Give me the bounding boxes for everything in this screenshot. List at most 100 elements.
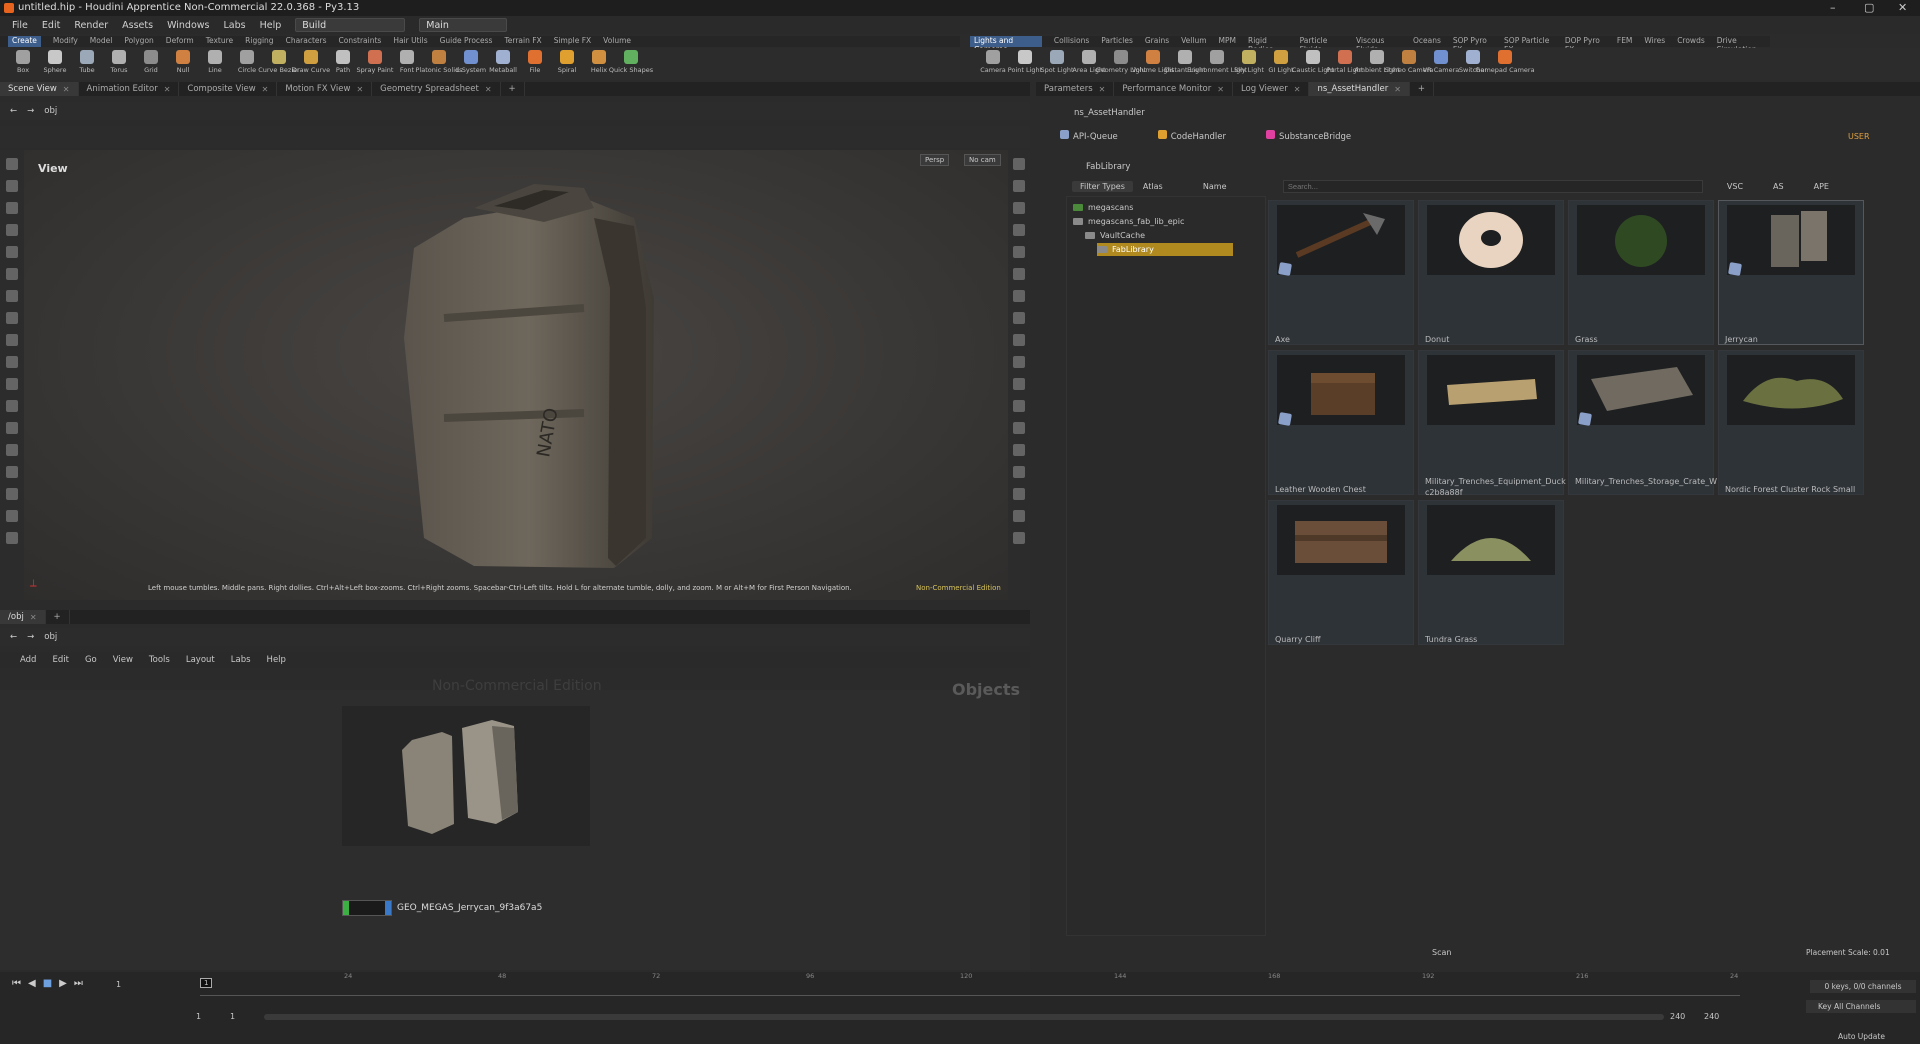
menu-windows[interactable]: Windows: [167, 20, 209, 31]
viewport-tool-icon[interactable]: [6, 312, 18, 324]
add-tab-button[interactable]: +: [501, 82, 525, 96]
shelf-tab[interactable]: Crowds: [1677, 36, 1705, 47]
viewport-tool-icon[interactable]: [6, 422, 18, 434]
shelf-tab[interactable]: Modify: [53, 36, 78, 47]
viewport-tool-icon[interactable]: [1013, 312, 1025, 324]
viewport-tool-icon[interactable]: [6, 356, 18, 368]
asset-card[interactable]: Axe: [1268, 200, 1414, 345]
shelf-tool[interactable]: Sky Light: [1234, 48, 1264, 80]
stop-icon[interactable]: ■: [43, 978, 52, 989]
menu-render[interactable]: Render: [74, 20, 108, 31]
network-menu-item[interactable]: Labs: [231, 655, 251, 665]
shelf-tool[interactable]: Path: [330, 48, 356, 80]
menu-labs[interactable]: Labs: [223, 20, 245, 31]
filter-types-button[interactable]: Filter Types: [1072, 180, 1133, 192]
user-menu[interactable]: USER: [1848, 132, 1870, 141]
viewport-tool-icon[interactable]: [6, 290, 18, 302]
shelf-tool[interactable]: Portal Light: [1327, 48, 1363, 80]
close-tab-icon[interactable]: ✕: [63, 85, 70, 94]
asset-subtab[interactable]: SubstanceBridge: [1265, 130, 1351, 142]
tree-item[interactable]: FabLibrary: [1097, 243, 1233, 256]
context-dropdown[interactable]: Main: [419, 18, 508, 32]
timeline-cursor[interactable]: 1: [200, 978, 213, 988]
viewport-tool-icon[interactable]: [1013, 334, 1025, 346]
menu-assets[interactable]: Assets: [122, 20, 153, 31]
shelf-tool[interactable]: Environment Light: [1187, 48, 1247, 80]
viewport-tool-icon[interactable]: [1013, 444, 1025, 456]
shelf-tool[interactable]: Torus: [106, 48, 132, 80]
start-frame[interactable]: 1: [196, 1012, 201, 1021]
shelf-tab[interactable]: Vellum: [1181, 36, 1206, 47]
jump-start-icon[interactable]: ⏮: [12, 978, 21, 989]
shelf-tab[interactable]: Texture: [206, 36, 233, 47]
shelf-tab[interactable]: Particles: [1101, 36, 1133, 47]
viewport-tool-icon[interactable]: [6, 510, 18, 522]
toggle-ape[interactable]: APE: [1814, 182, 1829, 191]
asset-subtab[interactable]: CodeHandler: [1157, 130, 1226, 142]
shelf-tool[interactable]: Quick Shapes: [609, 48, 653, 80]
net-forward-arrow-icon[interactable]: →: [27, 632, 34, 642]
shelf-tab[interactable]: Wires: [1644, 36, 1665, 47]
shelf-tool[interactable]: GI Light: [1268, 48, 1294, 80]
shelf-tool[interactable]: Geometry Light: [1096, 48, 1146, 80]
viewport-tool-icon[interactable]: [1013, 268, 1025, 280]
network-menu-item[interactable]: Add: [20, 655, 36, 665]
tree-item[interactable]: megascans_fab_lib_epic: [1073, 215, 1188, 228]
shelf-tool[interactable]: Gamepad Camera: [1475, 48, 1535, 80]
close-tab-icon[interactable]: ✕: [485, 85, 492, 94]
shelf-tool[interactable]: Line: [202, 48, 228, 80]
viewport-tool-icon[interactable]: [6, 158, 18, 170]
toggle-as[interactable]: AS: [1773, 182, 1784, 191]
viewport-tool-icon[interactable]: [6, 268, 18, 280]
asset-card[interactable]: Quarry Cliff: [1268, 500, 1414, 645]
range-slider[interactable]: [264, 1014, 1664, 1020]
forward-arrow-icon[interactable]: →: [27, 106, 34, 116]
shelf-tab[interactable]: DOP Pyro FX: [1565, 36, 1605, 54]
asset-card[interactable]: Leather Wooden Chest: [1268, 350, 1414, 495]
shelf-tool[interactable]: Circle: [234, 48, 260, 80]
viewport-tool-icon[interactable]: [1013, 400, 1025, 412]
shelf-tool[interactable]: VR Camera: [1423, 48, 1459, 80]
shelf-tab[interactable]: Rigging: [245, 36, 273, 47]
add-tab-button[interactable]: +: [1410, 82, 1435, 96]
shelf-tab[interactable]: Terrain FX: [504, 36, 541, 47]
network-menu-item[interactable]: Layout: [186, 655, 215, 665]
viewport-tool-icon[interactable]: [6, 488, 18, 500]
pane-tab[interactable]: Scene View ✕: [0, 82, 79, 96]
viewport-tool-icon[interactable]: [6, 444, 18, 456]
viewport-tool-icon[interactable]: [6, 202, 18, 214]
pane-tab[interactable]: Animation Editor ✕: [79, 82, 180, 96]
node-display-flag[interactable]: [343, 901, 349, 915]
network-menu-item[interactable]: Tools: [149, 655, 170, 665]
network-menu-item[interactable]: Edit: [52, 655, 68, 665]
viewport-tool-icon[interactable]: [1013, 246, 1025, 258]
minimize-icon[interactable]: –: [1830, 1, 1836, 14]
menu-file[interactable]: File: [12, 20, 28, 31]
tree-item[interactable]: megascans: [1073, 201, 1137, 214]
shelf-tab[interactable]: Drive Simulation: [1717, 36, 1770, 54]
asset-card[interactable]: Jerrycan: [1718, 200, 1864, 345]
camera-menu[interactable]: No cam: [964, 154, 1001, 166]
shelf-tool[interactable]: Ambient Light: [1354, 48, 1400, 80]
shelf-tab[interactable]: SOP Particle FX: [1504, 36, 1553, 54]
network-menu-item[interactable]: View: [113, 655, 133, 665]
maximize-icon[interactable]: ▢: [1864, 1, 1874, 14]
pane-tab[interactable]: Motion FX View ✕: [277, 82, 373, 96]
shelf-tab[interactable]: FEM: [1617, 36, 1633, 47]
viewport-tool-icon[interactable]: [1013, 378, 1025, 390]
pane-tab[interactable]: Log Viewer ✕: [1233, 82, 1310, 96]
shelf-tab[interactable]: Create: [8, 36, 41, 47]
shelf-tool[interactable]: Metaball: [489, 48, 517, 80]
shelf-tab[interactable]: Guide Process: [440, 36, 493, 47]
shelf-tab[interactable]: Hair Utils: [393, 36, 427, 47]
shelf-tab[interactable]: Oceans: [1413, 36, 1441, 47]
viewport-tool-icon[interactable]: [1013, 224, 1025, 236]
shelf-tab[interactable]: Model: [90, 36, 113, 47]
tab-obj[interactable]: /obj ✕: [0, 610, 46, 624]
shelf-tab[interactable]: Characters: [286, 36, 327, 47]
shelf-tool[interactable]: Draw Curve: [292, 48, 330, 80]
viewport-path[interactable]: obj: [44, 106, 57, 116]
shelf-tab[interactable]: Grains: [1145, 36, 1169, 47]
viewport-tool-icon[interactable]: [1013, 532, 1025, 544]
play-reverse-icon[interactable]: ◀: [28, 978, 36, 989]
